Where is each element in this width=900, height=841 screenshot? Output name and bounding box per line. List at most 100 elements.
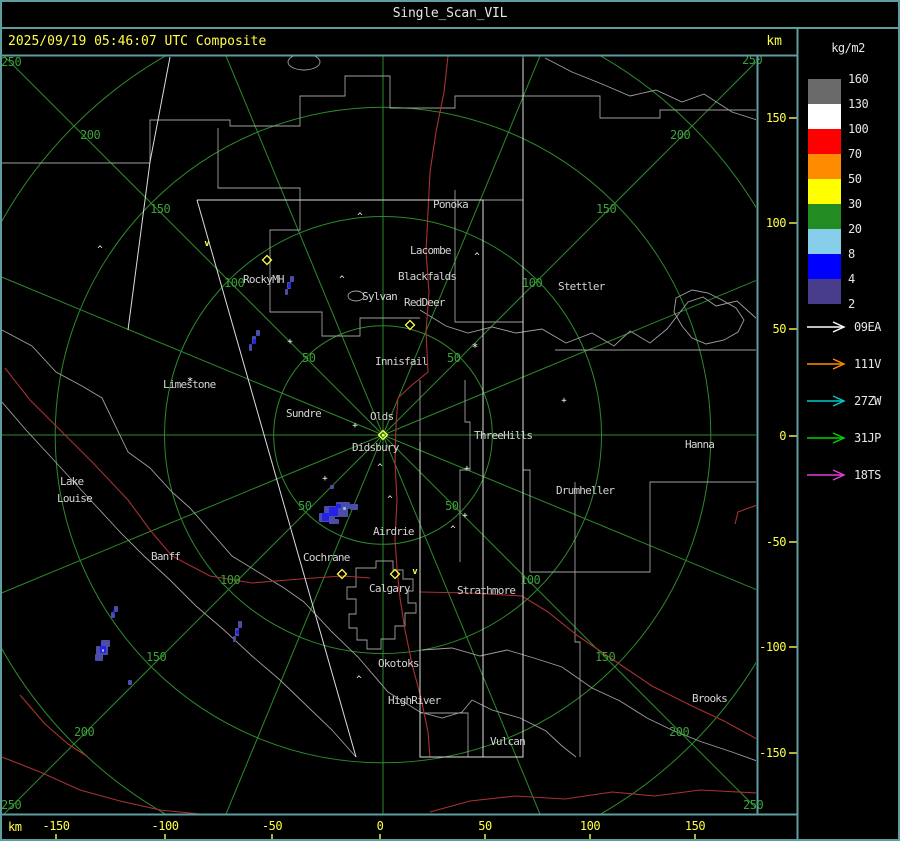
town-marker-plus: + (561, 396, 567, 406)
right-axis-tick-label: -150 (759, 746, 786, 760)
storm-track-id: 111V (854, 357, 881, 371)
legend-value: 30 (848, 197, 862, 211)
precip-echo (285, 289, 288, 295)
bottom-axis-tick-label: 50 (478, 819, 492, 833)
ring-distance-label: 50 (298, 499, 312, 513)
ring-distance-label: 250 (1, 798, 21, 812)
polar-grid (2, 56, 756, 814)
radar-app: { "window": { "title": "Single_Scan_VIL"… (0, 0, 900, 841)
place-label: Sundre (286, 407, 321, 420)
legend-swatch (808, 204, 841, 229)
county-boundary (574, 482, 581, 757)
bottom-axis-tick-label: 100 (580, 819, 600, 833)
storm-track-arrow (807, 358, 846, 370)
precip-echo (249, 344, 252, 351)
bottom-axis-tick-label: -50 (262, 819, 282, 833)
scan-area-layer (127, 56, 524, 758)
right-axis-tick-label: 150 (766, 111, 786, 125)
ring-distance-label: 150 (150, 202, 170, 216)
precip-echo (128, 680, 132, 685)
town-marker-plus: + (322, 474, 328, 484)
highway (734, 504, 756, 525)
window-border (0, 0, 900, 841)
precip-echo (336, 504, 341, 508)
radar-center-dot (382, 434, 385, 437)
place-label: Stettler (558, 280, 606, 293)
storm-track-row: 111V (806, 357, 898, 371)
precip-echo (330, 485, 334, 489)
place-label: Lacombe (410, 244, 451, 257)
legend-swatch (808, 154, 841, 179)
storm-track-row: 31JP (806, 431, 898, 445)
storm-marker-vee: v (204, 239, 210, 249)
storm-marker-vee: v (412, 567, 418, 577)
place-label: Okotoks (378, 657, 419, 670)
radar-site-diamond (336, 568, 348, 580)
place-label: Blackfalds (398, 270, 456, 283)
precip-echo (343, 507, 346, 510)
place-label: HighRiver (388, 694, 442, 707)
right-axis-tick-label: -50 (766, 535, 786, 549)
right-axis-tick-label: 0 (779, 429, 786, 443)
county-boundary (2, 401, 357, 758)
bottom-axis-tick-label: -100 (152, 819, 179, 833)
town-marker-caret: ^ (339, 275, 345, 285)
town-marker-plus: + (287, 337, 293, 347)
ring-distance-label: 250 (743, 798, 763, 812)
county-boundary (217, 128, 420, 337)
town-marker-caret: ^ (387, 495, 393, 505)
precip-echo (236, 630, 239, 634)
precip-echo (238, 621, 242, 628)
range-ring (2, 56, 756, 814)
bottom-axis-tick-label: 150 (685, 819, 705, 833)
place-label: Olds (370, 410, 393, 423)
storm-track-id: 09EA (854, 320, 881, 334)
map-boundaries (2, 56, 756, 762)
legend-swatch (808, 129, 841, 154)
radial-line (2, 434, 384, 594)
precip-echo (102, 649, 104, 652)
storm-track-arrow (807, 432, 846, 444)
place-label: RedDeer (404, 296, 446, 309)
county-boundary (522, 56, 756, 119)
legend-value: 50 (848, 172, 862, 186)
precip-echo (288, 283, 291, 288)
place-label: RockyMH (243, 273, 284, 286)
place-label: Strathmore (457, 584, 515, 597)
ring-distance-label: 200 (74, 725, 94, 739)
ring-distance-label: 150 (595, 650, 615, 664)
place-label: Innisfail (375, 355, 428, 368)
radial-line (382, 56, 541, 436)
storm-track-arrow (807, 321, 846, 333)
storm-track-arrow (807, 469, 846, 481)
ring-distance-label: 200 (670, 128, 690, 142)
bottom-axis-tick-label: -150 (43, 819, 70, 833)
county-boundary (522, 322, 531, 572)
place-label: Banff (151, 550, 180, 563)
highway (429, 789, 756, 813)
place-label: ThreeHills (474, 429, 532, 442)
storm-track-row: 18TS (806, 468, 898, 482)
precip-echo (256, 330, 260, 336)
right-axis-tick-label: 50 (773, 322, 787, 336)
precip-echo (350, 504, 358, 510)
ring-distance-label: 100 (520, 573, 540, 587)
legend-value: 8 (848, 247, 855, 261)
storm-track-id: 27ZW (854, 394, 881, 408)
place-label: Ponoka (433, 198, 468, 211)
place-label: Cochrane (303, 551, 350, 564)
place-label: Drumheller (556, 484, 615, 497)
county-boundary (673, 289, 745, 345)
place-label: Didsbury (352, 441, 400, 454)
legend-value: 130 (848, 97, 869, 111)
legend-swatch (808, 279, 841, 304)
precip-echo (113, 610, 115, 614)
town-marker-plus: + (464, 464, 470, 474)
town-marker-caret: ^ (357, 212, 363, 222)
ring-distance-label: 150 (596, 202, 616, 216)
precip-echo (101, 640, 110, 647)
ring-distance-label: 200 (80, 128, 100, 142)
town-marker-caret: ^ (97, 245, 103, 255)
bottom-axis-tick-label: 0 (377, 819, 384, 833)
precip-echo (233, 636, 236, 642)
